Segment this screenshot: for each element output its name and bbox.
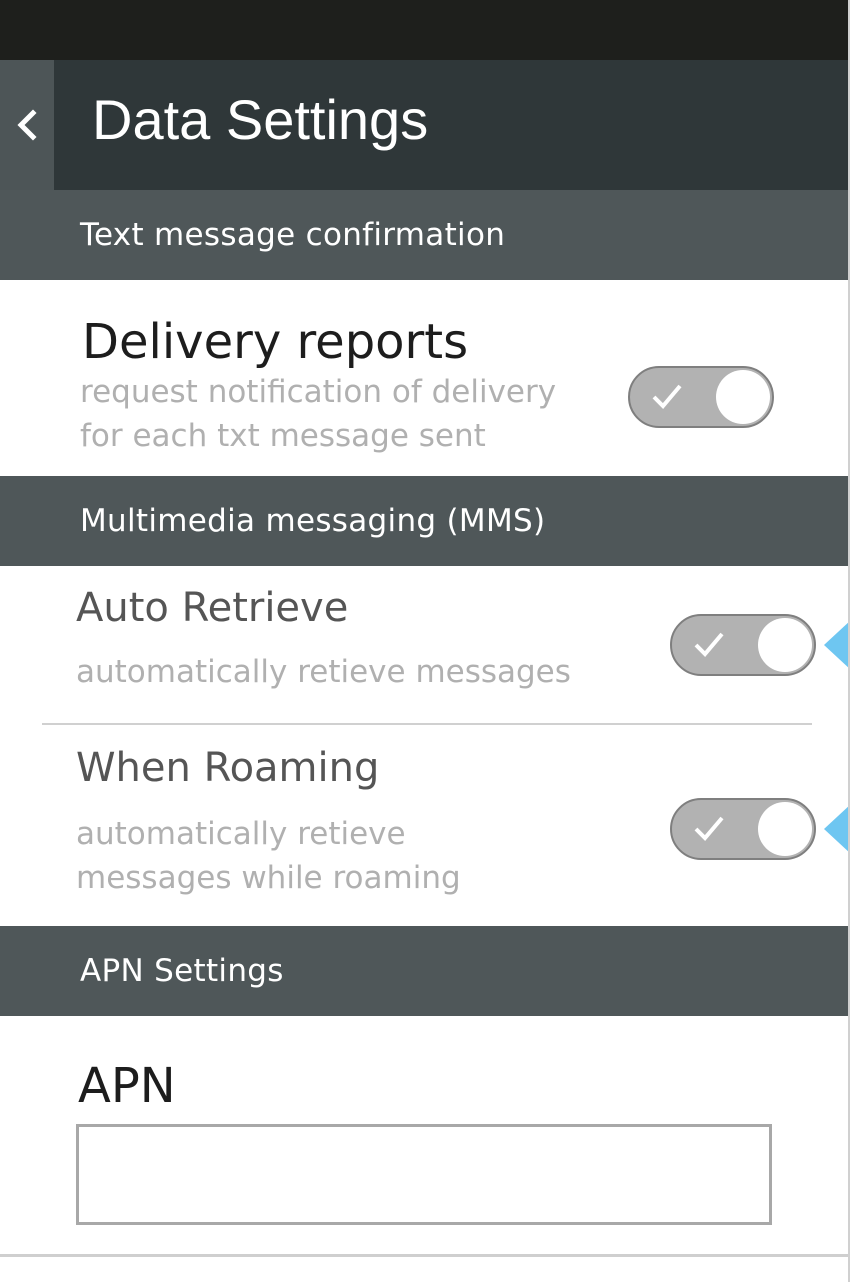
section-header-text-message: Text message confirmation (0, 190, 848, 280)
bottom-divider (0, 1254, 848, 1257)
apn-input[interactable] (76, 1124, 772, 1225)
toggle-knob (758, 802, 812, 856)
when-roaming-toggle[interactable] (670, 798, 816, 860)
when-roaming-subtitle: automatically retieve messages while roa… (76, 816, 461, 896)
when-roaming-row: When Roaming automatically retieve messa… (0, 726, 848, 926)
delivery-reports-toggle[interactable] (628, 366, 774, 428)
auto-retrieve-row: Auto Retrieve automatically retieve mess… (0, 566, 848, 724)
check-icon (692, 628, 726, 664)
auto-retrieve-subtitle: automatically retieve messages (76, 654, 571, 690)
check-icon (650, 380, 684, 416)
delivery-reports-subtitle: request notification of delivery for eac… (80, 374, 557, 454)
when-roaming-title: When Roaming (76, 745, 380, 791)
auto-retrieve-toggle[interactable] (670, 614, 816, 676)
pointer-arrow-icon (824, 803, 848, 855)
status-bar (0, 0, 848, 60)
page-title: Data Settings (92, 88, 429, 151)
auto-retrieve-title: Auto Retrieve (76, 585, 349, 631)
toggle-knob (758, 618, 812, 672)
check-icon (692, 812, 726, 848)
delivery-reports-row: Delivery reports request notification of… (0, 280, 848, 476)
chevron-left-icon (16, 108, 38, 142)
row-divider (42, 723, 812, 725)
delivery-reports-title: Delivery reports (82, 314, 469, 370)
data-settings-screen: Data Settings Text message confirmation … (0, 0, 850, 1282)
toggle-knob (716, 370, 770, 424)
app-header: Data Settings (0, 60, 848, 190)
back-button[interactable] (0, 60, 54, 190)
section-header-apn: APN Settings (0, 926, 848, 1016)
apn-label: APN (78, 1058, 176, 1114)
section-header-mms: Multimedia messaging (MMS) (0, 476, 848, 566)
pointer-arrow-icon (824, 619, 848, 671)
